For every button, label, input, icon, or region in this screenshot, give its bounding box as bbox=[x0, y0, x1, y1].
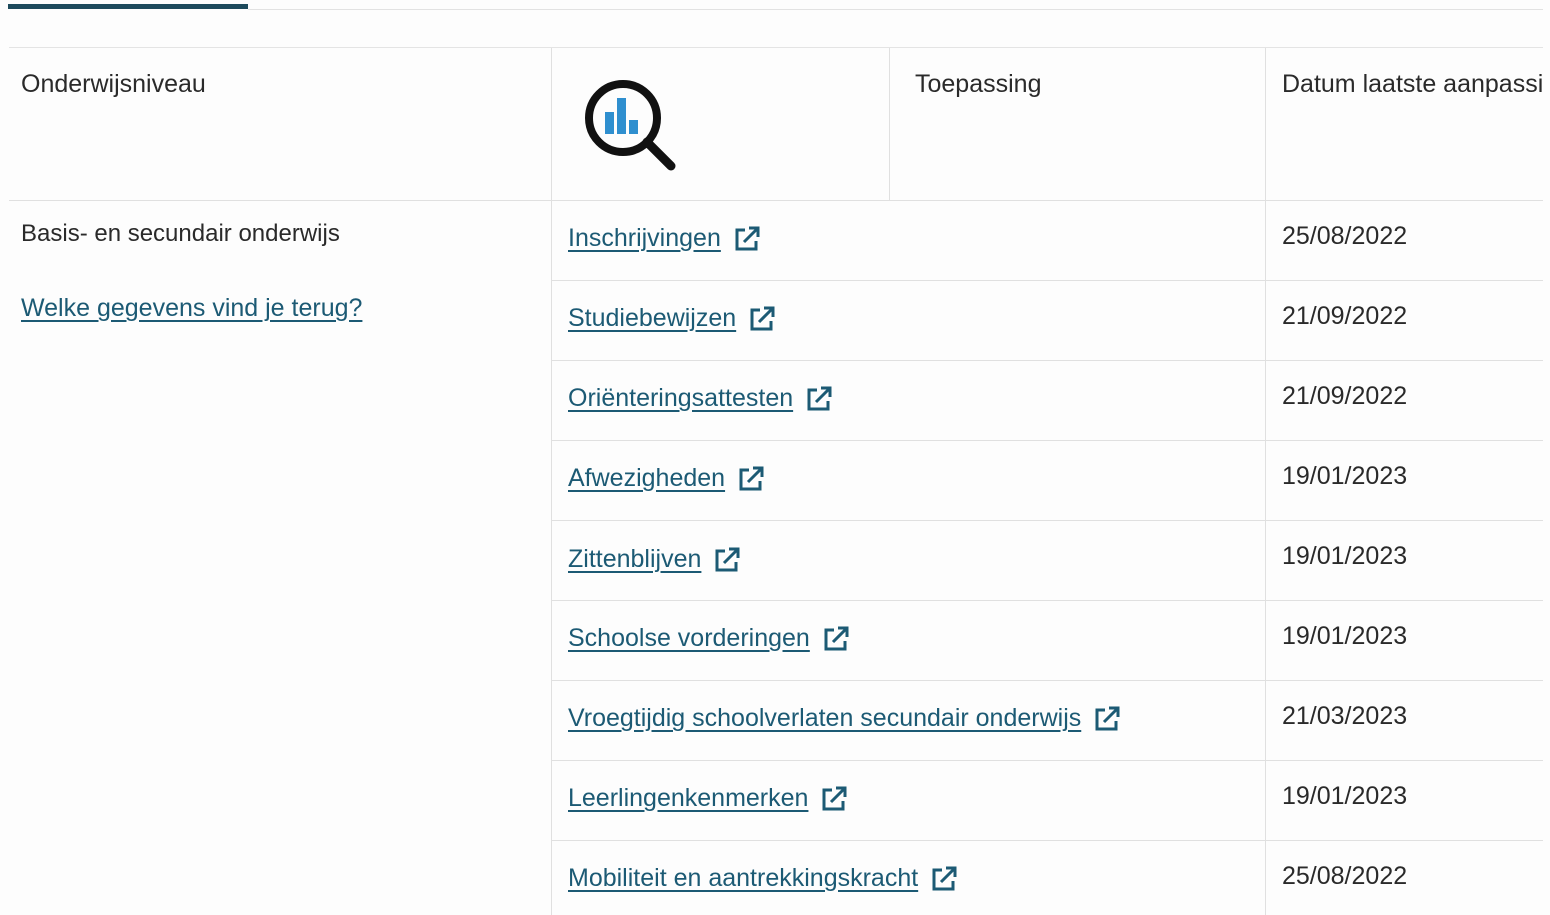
row-link-label: Mobiliteit en aantrekkingskracht bbox=[568, 864, 919, 892]
row-link-label: Afwezigheden bbox=[568, 464, 726, 492]
external-link-icon bbox=[807, 386, 832, 410]
row-divider bbox=[551, 360, 1543, 361]
row-date: 21/03/2023 bbox=[1282, 702, 1408, 730]
row-divider bbox=[551, 760, 1543, 761]
tab-divider bbox=[248, 9, 1543, 10]
row-link-label: Schoolse vorderingen bbox=[568, 624, 810, 652]
row-date: 19/01/2023 bbox=[1282, 622, 1408, 650]
external-link-icon bbox=[750, 306, 775, 330]
row-date: 19/01/2023 bbox=[1282, 542, 1408, 570]
external-link-icon bbox=[822, 786, 847, 810]
row-link-label: Zittenblijven bbox=[568, 545, 702, 573]
row-link-label: Vroegtijdig schoolverlaten secundair ond… bbox=[568, 704, 1082, 732]
row-link-label: Inschrijvingen bbox=[568, 224, 721, 252]
active-tab-indicator[interactable] bbox=[8, 4, 248, 9]
row-link-leerlingenkenmerken[interactable]: Leerlingenkenmerken bbox=[568, 784, 848, 813]
row-link-label: Oriënteringsattesten bbox=[568, 384, 794, 412]
header-toepassing: Toepassing bbox=[915, 70, 1042, 98]
row-link-studiebewijzen[interactable]: Studiebewijzen bbox=[568, 304, 776, 333]
row-date: 25/08/2022 bbox=[1282, 862, 1408, 890]
education-level-label: Basis- en secundair onderwijs bbox=[21, 220, 340, 247]
row-date: 21/09/2022 bbox=[1282, 382, 1408, 410]
row-link-vroegtijdig-schoolverlaten[interactable]: Vroegtijdig schoolverlaten secundair ond… bbox=[568, 704, 1121, 733]
row-link-inschrijvingen[interactable]: Inschrijvingen bbox=[568, 224, 761, 253]
row-divider bbox=[551, 520, 1543, 521]
info-link[interactable]: Welke gegevens vind je terug? bbox=[21, 294, 362, 323]
row-link-zittenblijven[interactable]: Zittenblijven bbox=[568, 545, 741, 574]
row-link-afwezigheden[interactable]: Afwezigheden bbox=[568, 464, 765, 493]
external-link-icon bbox=[824, 626, 849, 650]
header-onderwijsniveau: Onderwijsniveau bbox=[21, 70, 206, 98]
column-divider bbox=[889, 48, 890, 200]
external-link-icon bbox=[735, 226, 760, 250]
row-date: 19/01/2023 bbox=[1282, 462, 1408, 490]
external-link-icon bbox=[715, 547, 740, 571]
row-link-orienteringsattesten[interactable]: Oriënteringsattesten bbox=[568, 384, 833, 413]
row-divider bbox=[551, 280, 1543, 281]
row-divider bbox=[551, 440, 1543, 441]
row-link-schoolse-vorderingen[interactable]: Schoolse vorderingen bbox=[568, 624, 850, 653]
column-divider bbox=[1265, 48, 1266, 915]
header-datum: Datum laatste aanpassi bbox=[1282, 70, 1543, 98]
chart-magnifier-icon bbox=[583, 78, 679, 174]
row-divider bbox=[551, 600, 1543, 601]
row-link-mobiliteit[interactable]: Mobiliteit en aantrekkingskracht bbox=[568, 864, 958, 893]
row-divider bbox=[551, 840, 1543, 841]
external-link-icon bbox=[739, 466, 764, 490]
external-link-icon bbox=[932, 866, 957, 890]
row-link-label: Studiebewijzen bbox=[568, 304, 737, 332]
external-link-icon bbox=[1095, 706, 1120, 730]
row-divider bbox=[551, 680, 1543, 681]
data-table: Onderwijsniveau Toepassing Datum laatste… bbox=[9, 47, 1543, 915]
header-divider bbox=[9, 200, 1543, 201]
row-link-label: Leerlingenkenmerken bbox=[568, 784, 809, 812]
row-date: 21/09/2022 bbox=[1282, 302, 1408, 330]
row-date: 25/08/2022 bbox=[1282, 222, 1408, 250]
row-date: 19/01/2023 bbox=[1282, 782, 1408, 810]
column-divider bbox=[551, 48, 552, 915]
tab-strip bbox=[0, 0, 1550, 12]
